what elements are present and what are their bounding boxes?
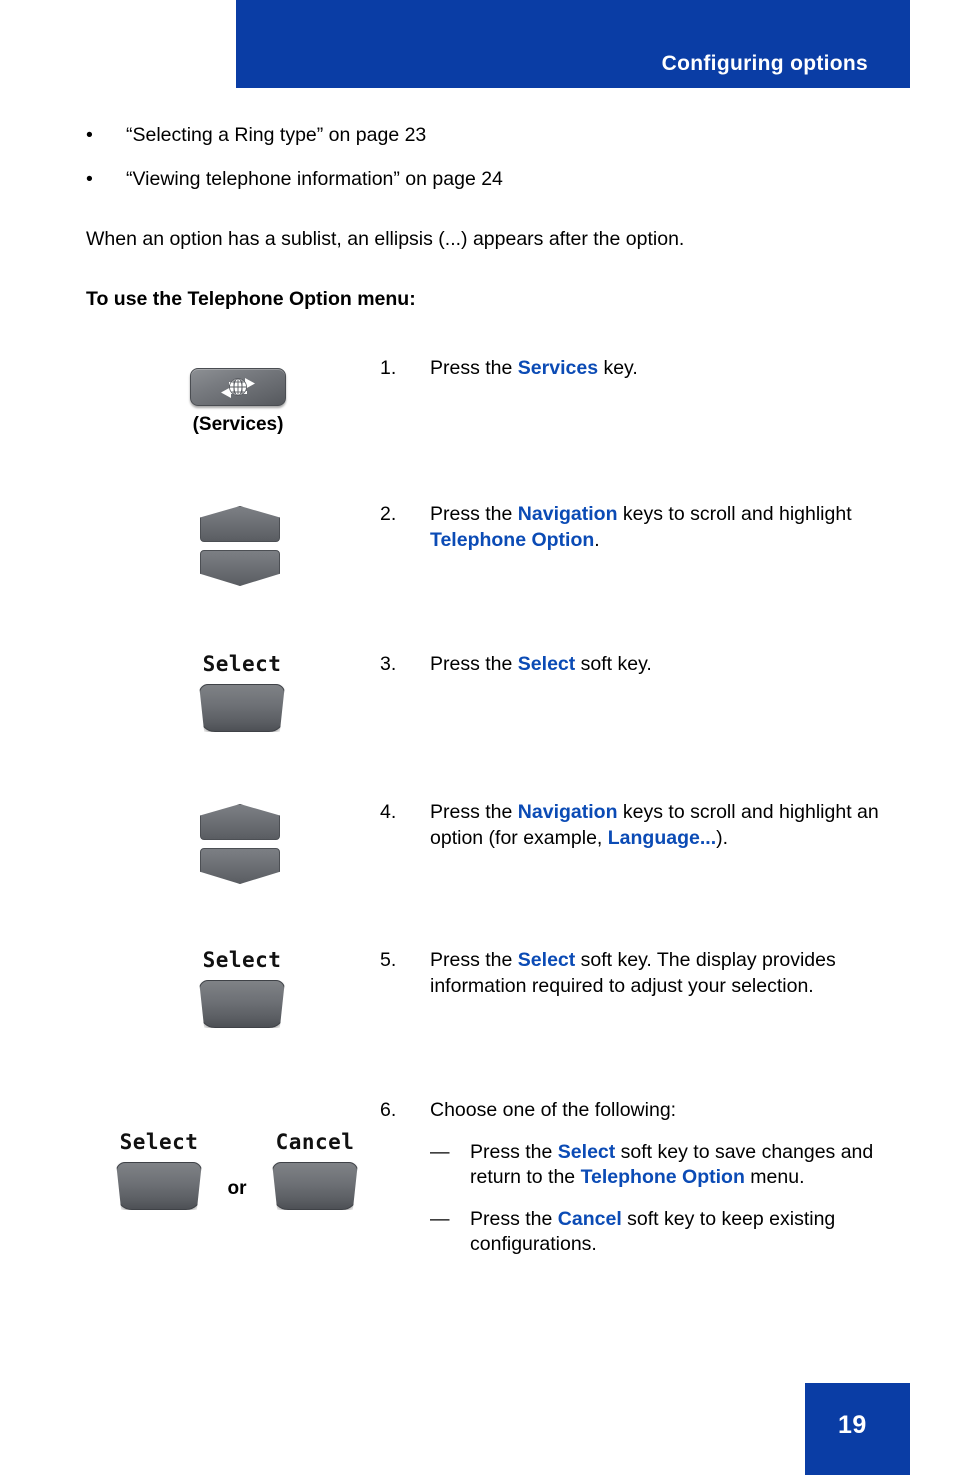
page-footer-band: 19 <box>805 1383 910 1475</box>
intro-paragraph: When an option has a sublist, an ellipsi… <box>86 228 685 250</box>
procedure-step: 2. Press the Navigation keys to scroll a… <box>0 502 954 652</box>
intro-bullet-list: • “Selecting a Ring type” on page 23 • “… <box>86 122 876 210</box>
softkey-unit: Select <box>192 948 292 1028</box>
navigation-keys-group <box>200 506 280 586</box>
sub-item-text: Press the Cancel soft key to keep existi… <box>470 1207 888 1258</box>
navigation-keys-group <box>200 804 280 884</box>
step-artwork: (Services) <box>0 356 380 456</box>
step-number: 1. <box>380 357 397 379</box>
step-body: Press the Select soft key. <box>430 652 888 678</box>
sub-text-part: Press the <box>470 1140 558 1163</box>
step-body: Press the Services key. <box>430 356 888 382</box>
step-text-part: Press the <box>430 503 518 525</box>
navigation-down-key[interactable] <box>200 550 280 586</box>
step-text-part: . <box>594 528 600 551</box>
step-text-part: ). <box>716 826 729 849</box>
step-text-part: key. <box>598 357 638 379</box>
select-soft-key[interactable] <box>199 980 285 1028</box>
procedure-step: Select or Cancel 6. Choose one of the fo… <box>0 1098 954 1278</box>
softkey-display-label: Cancel <box>275 1130 355 1154</box>
step-number: 2. <box>380 503 397 525</box>
step-text: 6. Choose one of the following: — Press … <box>380 1098 954 1258</box>
sub-item-text: Press the Select soft key to save change… <box>470 1140 888 1191</box>
select-soft-key[interactable] <box>199 684 285 732</box>
step-number: 6. <box>380 1099 397 1121</box>
step-artwork: Select <box>0 652 380 762</box>
procedure-steps: (Services) 1. Press the Services key. 2.… <box>0 356 954 1278</box>
step-body: Press the Navigation keys to scroll and … <box>430 800 888 851</box>
bullet-text: “Viewing telephone information” on page … <box>126 168 503 190</box>
page-title: Configuring options <box>661 52 868 75</box>
step-text-emphasis: Select <box>517 653 576 675</box>
page-header-band: Configuring options <box>236 0 910 88</box>
step-text: 2. Press the Navigation keys to scroll a… <box>380 502 954 553</box>
sub-text-emphasis: Select <box>557 1140 616 1163</box>
step-artwork: Select <box>0 948 380 1058</box>
step-text: 5. Press the Select soft key. The displa… <box>380 948 954 999</box>
softkey-display-label: Select <box>202 652 282 676</box>
softkey-unit: Select <box>192 652 292 732</box>
step-text: 1. Press the Services key. <box>380 356 954 382</box>
step-body: Press the Navigation keys to scroll and … <box>430 502 888 553</box>
step-text-emphasis: Select <box>517 949 576 971</box>
step-text-emphasis: Services <box>517 357 599 379</box>
list-item: — Press the Cancel soft key to keep exis… <box>430 1207 888 1258</box>
step-body: Press the Select soft key. The display p… <box>430 948 888 999</box>
em-dash-marker-icon: — <box>430 1140 450 1163</box>
list-item: • “Selecting a Ring type” on page 23 <box>86 122 876 148</box>
procedure-step: 4. Press the Navigation keys to scroll a… <box>0 800 954 948</box>
step-body: Choose one of the following: <box>430 1099 677 1121</box>
bullet-marker-icon: • <box>86 168 93 190</box>
step-number: 5. <box>380 949 397 971</box>
navigation-up-key[interactable] <box>200 506 280 542</box>
navigation-down-key[interactable] <box>200 848 280 884</box>
or-separator-label: or <box>227 1178 247 1199</box>
step-text-emphasis: Navigation <box>517 503 618 525</box>
bullet-marker-icon: • <box>86 124 93 146</box>
softkey-display-label: Select <box>119 1130 199 1154</box>
sub-text-part: Press the <box>470 1207 558 1230</box>
cancel-soft-key[interactable] <box>272 1162 358 1210</box>
select-soft-key[interactable] <box>116 1162 202 1210</box>
sub-text-emphasis: Cancel <box>557 1207 622 1230</box>
navigation-up-key[interactable] <box>200 804 280 840</box>
services-key-label: (Services) <box>192 414 284 435</box>
step-artwork <box>0 800 380 900</box>
services-key-button[interactable] <box>190 368 286 406</box>
step-text-emphasis: Telephone Option <box>430 528 595 551</box>
procedure-step: Select 3. Press the Select soft key. <box>0 652 954 800</box>
sub-text-emphasis: Telephone Option <box>580 1166 745 1188</box>
sub-text-part: menu. <box>744 1166 805 1188</box>
step-number: 3. <box>380 653 397 675</box>
softkey-unit: Cancel <box>260 1130 370 1210</box>
step-artwork: Select or Cancel <box>0 1098 380 1228</box>
step-text-part: soft key. <box>575 653 652 675</box>
softkey-display-label: Select <box>202 948 282 972</box>
list-item: • “Viewing telephone information” on pag… <box>86 166 876 192</box>
procedure-step: Select 5. Press the Select soft key. The… <box>0 948 954 1098</box>
step-text-part: Press the <box>430 949 518 971</box>
step-artwork <box>0 502 380 602</box>
step-text: 3. Press the Select soft key. <box>380 652 954 678</box>
dual-softkeys-group: Select or Cancel <box>104 1130 384 1210</box>
bullet-text: “Selecting a Ring type” on page 23 <box>126 124 427 146</box>
page-number: 19 <box>838 1411 867 1439</box>
step-text-part: keys to scroll and highlight <box>617 503 852 525</box>
procedure-heading: To use the Telephone Option menu: <box>86 288 416 310</box>
step-text: 4. Press the Navigation keys to scroll a… <box>380 800 954 851</box>
step-number: 4. <box>380 801 397 823</box>
step-text-emphasis: Navigation <box>517 801 618 823</box>
list-item: — Press the Select soft key to save chan… <box>430 1140 888 1191</box>
step-text-part: Press the <box>430 801 518 823</box>
step-text-part: Press the <box>430 357 518 379</box>
step-text-part: Press the <box>430 653 518 675</box>
em-dash-marker-icon: — <box>430 1207 450 1230</box>
globe-arrows-icon <box>215 374 261 400</box>
procedure-step: (Services) 1. Press the Services key. <box>0 356 954 502</box>
softkey-unit: Select <box>104 1130 214 1210</box>
step-text-emphasis: Language... <box>607 826 717 849</box>
